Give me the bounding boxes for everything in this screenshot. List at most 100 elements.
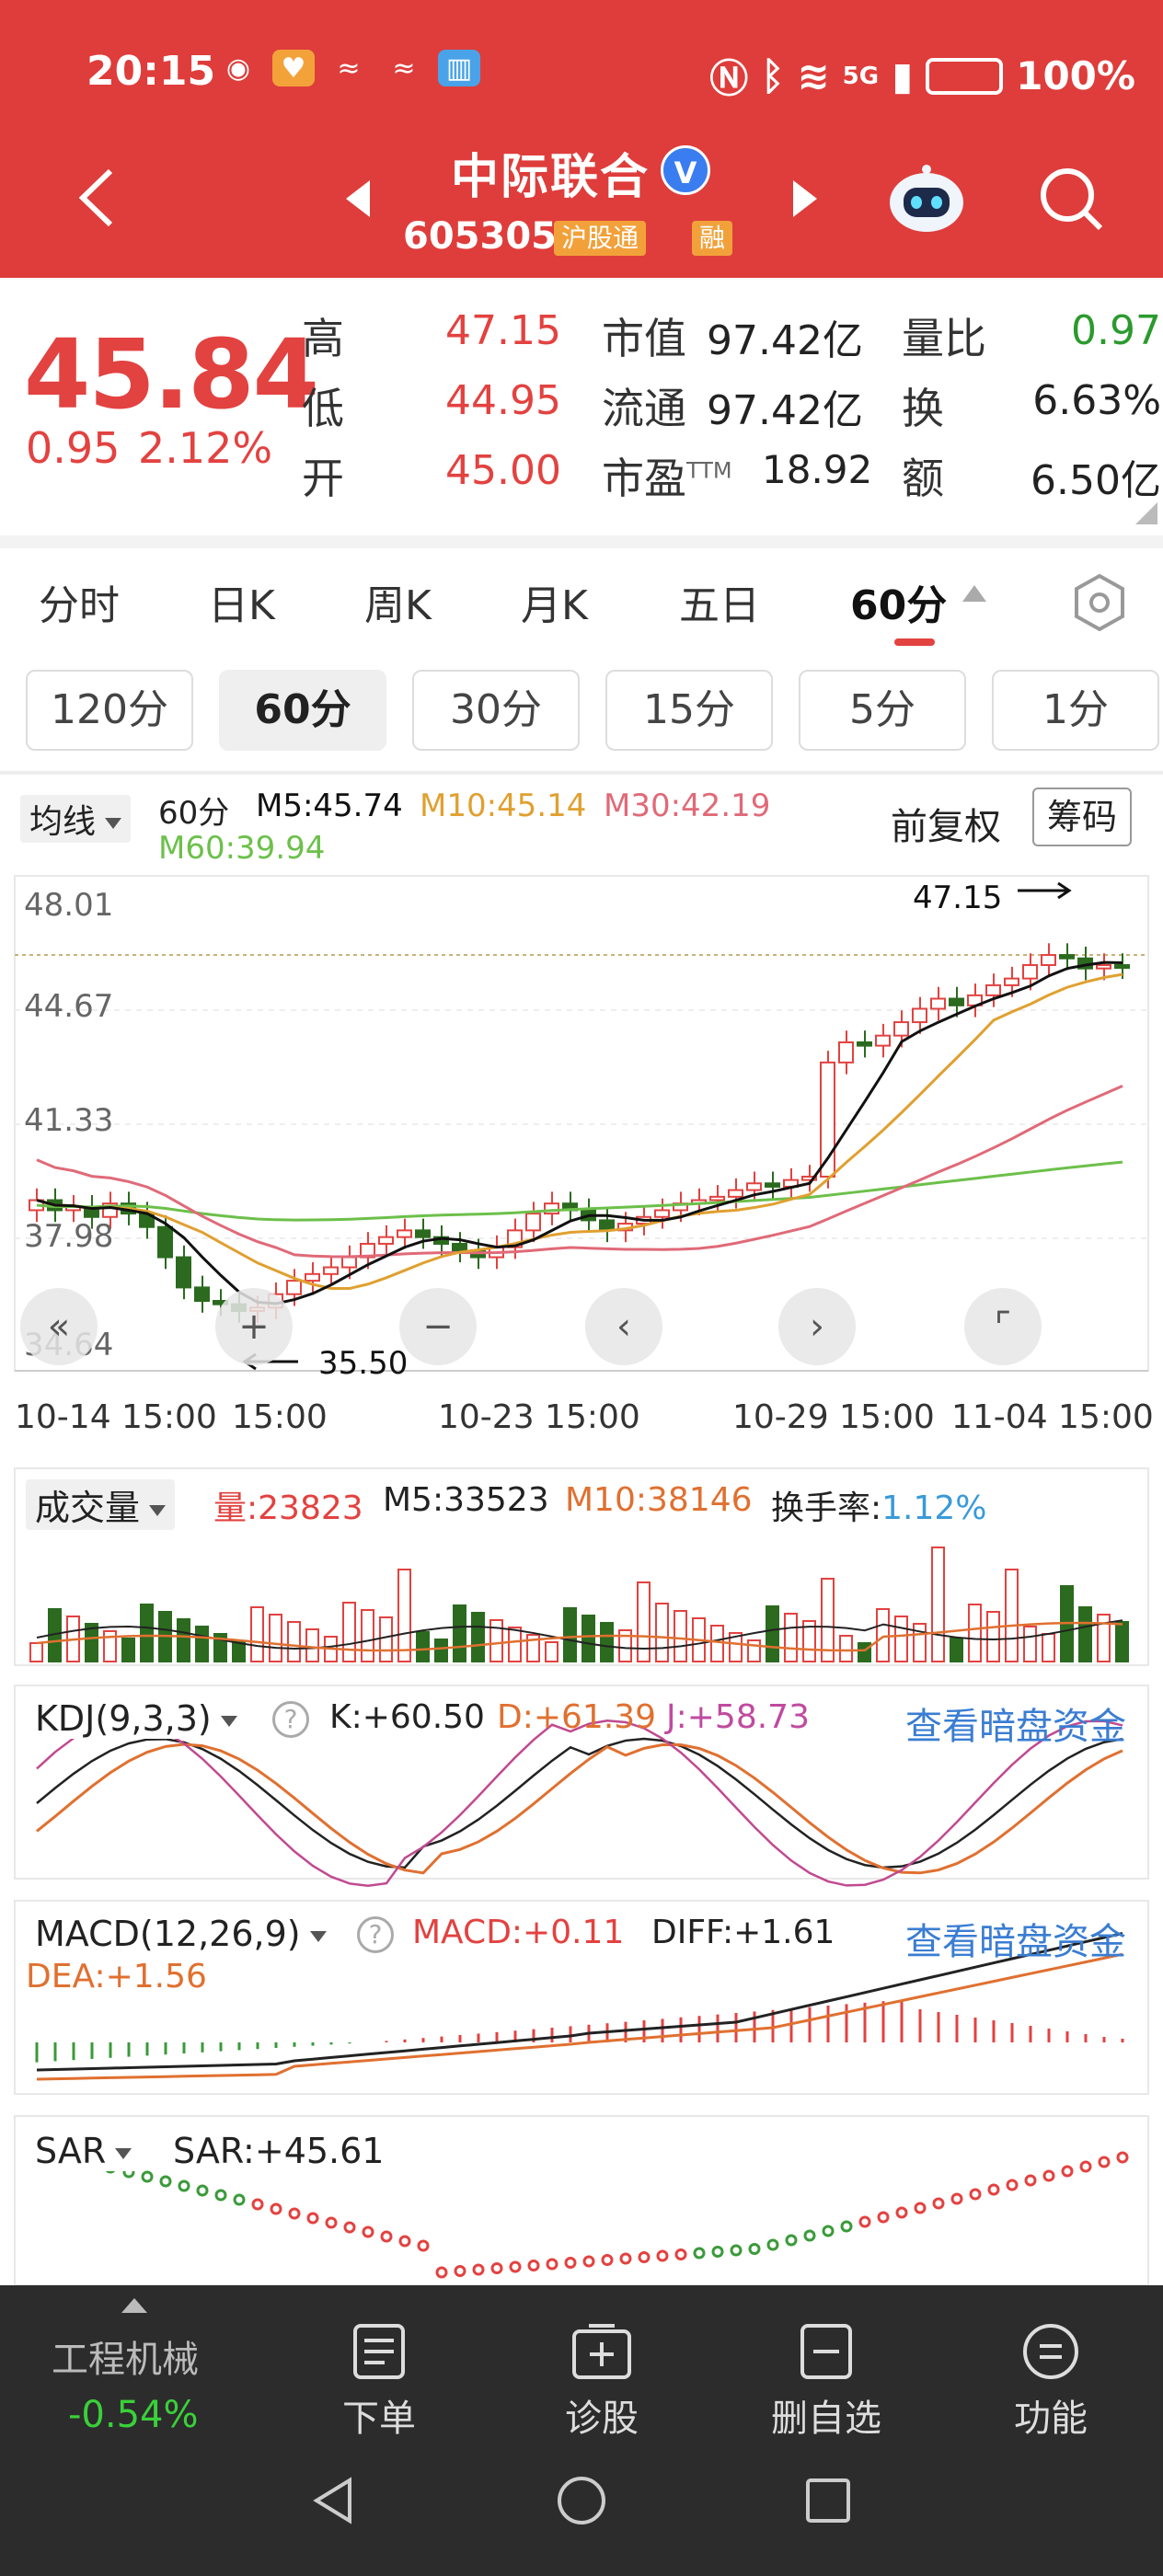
tag-margin: 融 (692, 221, 733, 256)
robot-assistant-icon[interactable] (885, 162, 968, 236)
candle-body (65, 1205, 81, 1212)
candle-body (673, 1202, 688, 1212)
order-doc-icon (353, 2324, 405, 2379)
chip-button[interactable]: 筹码 (1032, 788, 1133, 846)
mktcap-label: 市值 (602, 314, 686, 363)
volume-ma10-line (36, 1621, 1123, 1652)
subperiod-60[interactable]: 60分 (219, 670, 386, 751)
sar-dot (509, 2260, 522, 2273)
candle-body (139, 1213, 155, 1228)
subperiod-15[interactable]: 15分 (605, 670, 773, 751)
nav-back-icon[interactable] (307, 2475, 359, 2526)
tab-monthly-k[interactable]: 月K (521, 572, 588, 631)
macd-dark-pool-link[interactable]: 查看暗盘资金 (905, 1912, 1126, 1965)
macd-dea: DEA:+1.56 (26, 1958, 207, 1995)
macd-help-icon[interactable]: ? (357, 1914, 394, 1953)
volume-bar (397, 1569, 411, 1662)
tab-five-day[interactable]: 五日 (679, 572, 760, 631)
expand-corner-icon[interactable] (1135, 502, 1157, 524)
volume-bar (195, 1626, 209, 1662)
kdj-dark-pool-link[interactable]: 查看暗盘资金 (905, 1696, 1126, 1750)
volume-bar (158, 1611, 172, 1662)
diagnose-button[interactable]: 诊股 (528, 2322, 675, 2442)
sar-dot (362, 2225, 374, 2238)
next-stock-button[interactable] (793, 180, 817, 217)
diagnose-label: 诊股 (565, 2398, 639, 2440)
sar-dot (178, 2179, 190, 2192)
volume-bar (324, 1636, 338, 1662)
quote-panel: 45.84 0.95 2.12% 高 47.15 低 44.95 开 45.00… (0, 278, 1163, 535)
sar-selector[interactable]: SAR (26, 2131, 142, 2171)
kdj-selector[interactable]: KDJ(9,3,3) (26, 1698, 247, 1739)
sar-dot (380, 2230, 393, 2243)
pe-value: 18.92 (762, 447, 873, 492)
candle-body (525, 1213, 541, 1232)
volume-bar (968, 1604, 982, 1662)
sar-dot (454, 2265, 466, 2277)
fullscreen-icon[interactable]: ⌜ (964, 1288, 1042, 1365)
period-expand-arrow-icon[interactable] (962, 585, 986, 602)
volume-bar (802, 1620, 816, 1662)
volume-bar (1023, 1626, 1037, 1662)
volume-bar (729, 1632, 743, 1662)
order-button[interactable]: 下单 (305, 2322, 453, 2442)
subperiod-5[interactable]: 5分 (799, 670, 966, 751)
pe-label: 市盈TTM (602, 454, 732, 503)
sar-dot (748, 2243, 761, 2255)
ma-selector[interactable]: 均线 (20, 795, 132, 843)
ma60-value: M60:39.94 (158, 830, 326, 867)
sar-dot (895, 2206, 908, 2219)
mktcap-value: 97.42亿 (707, 317, 863, 364)
sar-dot (546, 2258, 558, 2271)
functions-button[interactable]: 功能 (977, 2322, 1124, 2442)
zoom-in-icon[interactable]: + (215, 1288, 293, 1365)
candle-body (360, 1242, 375, 1259)
book-app-icon: ▥ (438, 50, 480, 86)
tab-weekly-k[interactable]: 周K (364, 572, 432, 631)
volume-bar (29, 1642, 43, 1662)
ma5-line (36, 960, 1123, 1305)
tab-intraday[interactable]: 分时 (39, 572, 120, 631)
high-label: 高 (302, 314, 344, 363)
tab-daily-k[interactable]: 日K (208, 572, 275, 631)
volume-bar (1078, 1606, 1092, 1662)
macd-selector[interactable]: MACD(12,26,9) (26, 1914, 336, 1954)
nav-recents-icon[interactable] (802, 2475, 854, 2526)
last-price: 45.84 (24, 318, 319, 431)
rewind-icon[interactable]: « (20, 1288, 98, 1365)
subperiod-1[interactable]: 1分 (992, 670, 1159, 751)
volume-m5: M5:33523 (383, 1481, 549, 1519)
tab-60min[interactable]: 60分 (850, 572, 947, 631)
back-icon[interactable] (74, 166, 120, 230)
sar-dot (214, 2189, 227, 2202)
kdj-help-icon[interactable]: ? (272, 1698, 309, 1738)
prev-stock-button[interactable] (346, 180, 370, 217)
sar-dot (932, 2197, 945, 2210)
price-tick-4: 37.98 (24, 1218, 114, 1255)
volume-selector[interactable]: 成交量 (26, 1479, 176, 1530)
float-label: 流通 (602, 384, 686, 433)
adjust-forward-button[interactable]: 前复权 (891, 797, 1001, 850)
volume-bar (103, 1630, 117, 1662)
settings-hexagon-icon[interactable] (1069, 572, 1130, 633)
remove-watchlist-button[interactable]: 删自选 (753, 2322, 900, 2442)
zoom-out-icon[interactable]: − (399, 1288, 477, 1365)
volume-bar (655, 1603, 669, 1662)
candle-body (305, 1272, 320, 1282)
scroll-left-icon[interactable]: ‹ (585, 1288, 662, 1365)
search-icon[interactable] (1034, 162, 1108, 236)
scroll-right-icon[interactable]: › (778, 1288, 856, 1365)
volume-bar (121, 1638, 135, 1662)
candle-body (470, 1249, 486, 1259)
sar-value: SAR:+45.61 (173, 2131, 385, 2171)
subperiod-120[interactable]: 120分 (26, 670, 193, 751)
volume-bar (1042, 1633, 1055, 1662)
volume-bar (287, 1621, 301, 1662)
nav-home-icon[interactable] (556, 2475, 607, 2526)
volume-bar (1060, 1585, 1074, 1662)
ma5-value: M5:45.74 (256, 788, 403, 824)
subperiod-30[interactable]: 30分 (412, 670, 580, 751)
sector-name[interactable]: 工程机械 (52, 2329, 199, 2383)
status-system-icons: Ⓝ ᛒ ≋ 5G ▮ 100% (709, 48, 1135, 104)
bluetooth-icon: ᛒ (761, 53, 785, 98)
